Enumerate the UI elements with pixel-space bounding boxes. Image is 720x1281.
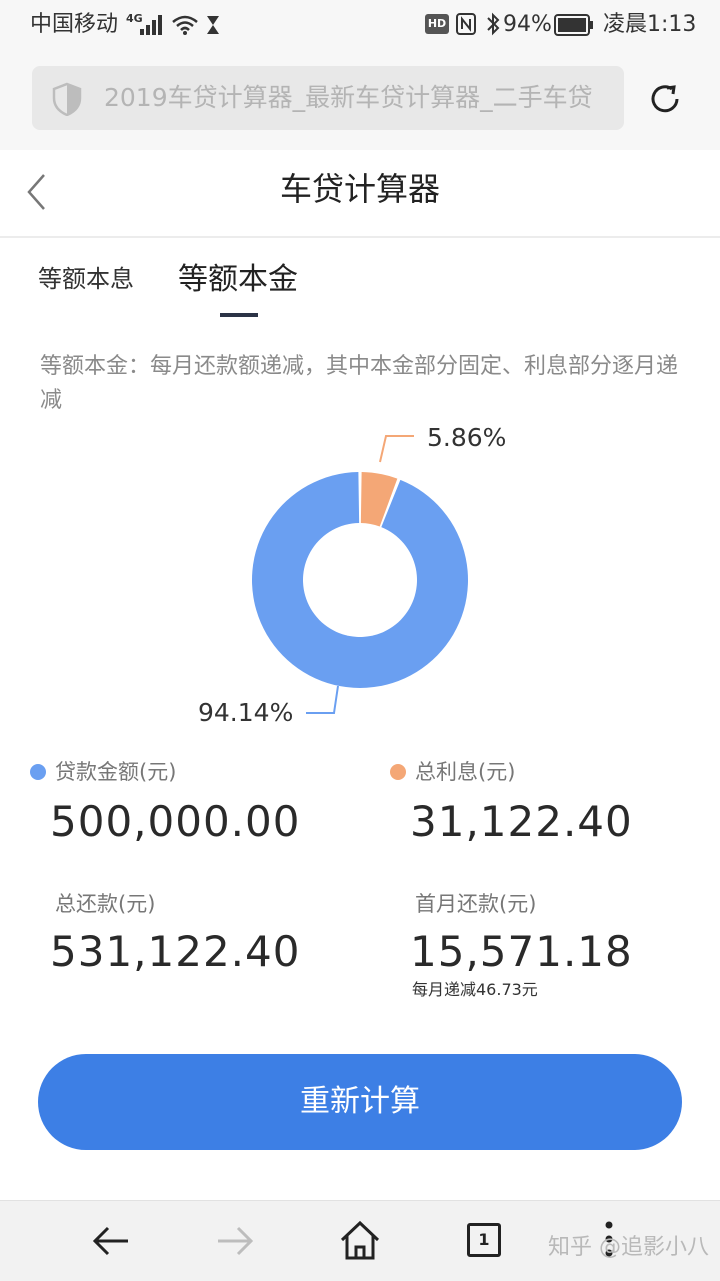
battery-icon: [554, 14, 593, 36]
recalculate-button[interactable]: 重新计算: [38, 1054, 682, 1150]
refresh-icon[interactable]: [644, 78, 686, 120]
address-text[interactable]: 2019车贷计算器_最新车贷计算器_二手车贷: [104, 80, 604, 116]
monthly-decrease-note: 每月递减46.73元: [412, 980, 538, 999]
first-month-value: 15,571.18: [410, 927, 633, 976]
loan-leader-line: [306, 685, 339, 714]
battery-percent: 94%: [503, 12, 552, 37]
total-repayment-label: 总还款(元): [55, 892, 156, 916]
bluetooth-icon: [487, 12, 500, 36]
interest-value: 31,122.40: [410, 797, 633, 846]
loan-amount-label: 贷款金额(元): [55, 760, 177, 784]
home-icon[interactable]: [338, 1218, 382, 1262]
wifi-icon: [172, 15, 198, 35]
hourglass-icon: [207, 16, 219, 34]
tab-indicator: [220, 313, 258, 317]
nfc-icon: [456, 13, 476, 35]
first-month-label: 首月还款(元): [415, 892, 537, 916]
forward-arrow-icon[interactable]: [214, 1220, 256, 1262]
tab-equal-principal[interactable]: 等额本金: [178, 263, 298, 297]
watermark: 知乎 @追影小八: [548, 1235, 709, 1260]
shield-icon: [52, 82, 82, 116]
method-description: 等额本金：每月还款额递减，其中本金部分固定、利息部分逐月递减: [40, 354, 679, 413]
loan-percent-label: 94.14%: [198, 698, 294, 727]
loan-amount-value: 500,000.00: [50, 797, 301, 846]
interest-label: 总利息(元): [415, 760, 516, 784]
tab-count-button[interactable]: 1: [467, 1223, 501, 1257]
interest-leader-line: [379, 435, 414, 463]
carrier-name: 中国移动: [30, 12, 119, 37]
signal-icon: [140, 15, 162, 35]
page-title: 车贷计算器: [279, 170, 440, 208]
total-repayment-value: 531,122.40: [50, 927, 301, 976]
back-arrow-icon[interactable]: [90, 1220, 132, 1262]
loan-legend-dot: [30, 764, 46, 780]
clock: 凌晨1:13: [603, 12, 697, 37]
tab-equal-installment[interactable]: 等额本息: [38, 262, 134, 296]
interest-percent-label: 5.86%: [427, 423, 507, 452]
hd-badge: HD: [425, 14, 449, 34]
donut-chart: [252, 472, 468, 688]
loan-slice: [252, 472, 468, 688]
interest-legend-dot: [390, 764, 406, 780]
